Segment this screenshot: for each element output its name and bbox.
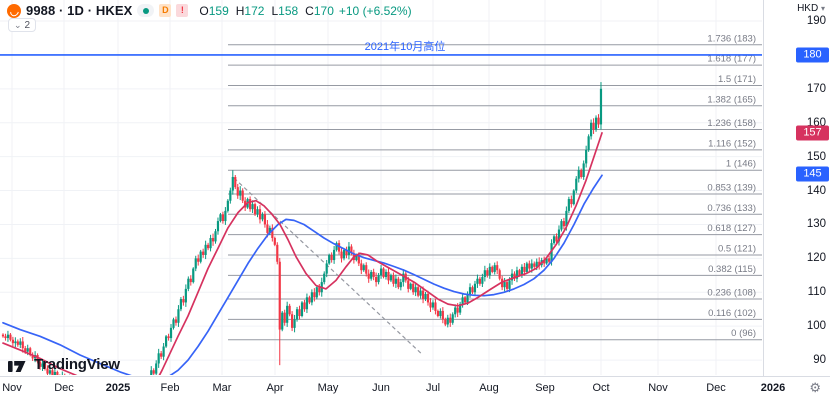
change-value: +10 (+6.52%)	[339, 4, 412, 18]
svg-text:2021年10月高位: 2021年10月高位	[365, 39, 446, 53]
price-tick-label: 140	[807, 185, 826, 197]
time-axis-label: Oct	[592, 382, 609, 394]
price-tick-label: 90	[813, 354, 826, 366]
time-axis-label: Sep	[535, 382, 555, 394]
settings-gear-icon[interactable]: ⚙	[809, 380, 821, 396]
svg-text:1 (146): 1 (146)	[726, 159, 756, 170]
delayed-data-badge[interactable]: D	[159, 4, 171, 17]
price-tick-label: 110	[808, 286, 826, 298]
alert-badge[interactable]: !	[176, 4, 188, 17]
caret-down-icon: ▾	[821, 4, 825, 13]
svg-text:0.116 (102): 0.116 (102)	[708, 308, 756, 319]
svg-text:0.236 (108): 0.236 (108)	[707, 288, 756, 299]
ohlc-values: O159 H172 L158 C170	[199, 4, 334, 18]
price-axis[interactable]: HKD ▾ 1901801701601501401301201101009018…	[763, 0, 830, 376]
time-axis-label: Aug	[479, 382, 499, 394]
svg-text:1.736 (183): 1.736 (183)	[707, 33, 756, 44]
svg-text:1.5 (171): 1.5 (171)	[718, 74, 756, 85]
price-badge-145: 145	[796, 166, 829, 181]
svg-text:1.236 (158): 1.236 (158)	[707, 118, 756, 129]
time-axis-label: Dec	[54, 382, 74, 394]
svg-text:0.5 (121): 0.5 (121)	[718, 243, 756, 254]
svg-text:0.853 (139): 0.853 (139)	[707, 182, 756, 193]
ma-fast-line	[3, 133, 602, 375]
svg-text:0.618 (127): 0.618 (127)	[707, 223, 756, 234]
price-tick-label: 150	[807, 151, 826, 163]
time-axis-label: Mar	[213, 382, 232, 394]
price-badge-157: 157	[796, 125, 829, 140]
candlestick-series	[2, 82, 602, 375]
indicators-collapse-button[interactable]: ⌄ 2	[8, 18, 36, 32]
time-axis-label: May	[318, 382, 339, 394]
price-pane[interactable]: 1.736 (183)1.618 (177)1.5 (171)1.382 (16…	[0, 0, 762, 375]
price-tick-label: 170	[807, 83, 826, 95]
time-axis-label: 2026	[761, 382, 785, 394]
price-badge-180: 180	[796, 47, 829, 62]
chart-legend: 9988 · 1D · HKEX D ! O159 H172 L158 C170 +1…	[7, 3, 412, 18]
currency-selector[interactable]: HKD ▾	[797, 3, 825, 14]
chevron-down-icon: ⌄	[14, 20, 22, 30]
trading-chart[interactable]: 1.736 (183)1.618 (177)1.5 (171)1.382 (16…	[0, 0, 830, 401]
svg-text:0.736 (133): 0.736 (133)	[707, 203, 756, 214]
ohlc-l: L158	[271, 4, 298, 18]
currency-label: HKD	[797, 3, 818, 14]
time-axis[interactable]: ⚙ Nov Dec 2025 Feb Mar Apr May Jun Jul Aug Sep Oct N…	[0, 376, 830, 401]
time-axis-label: Nov	[2, 382, 22, 394]
ohlc-h: H172	[236, 4, 265, 18]
horizontal-line-180: 2021年10月高位	[0, 39, 762, 55]
grid-lines	[0, 0, 762, 375]
time-axis-label: Feb	[161, 382, 180, 394]
tradingview-watermark[interactable]: TradingView	[8, 356, 120, 373]
market-open-dot-icon	[143, 8, 149, 14]
ohlc-c: C170	[305, 4, 334, 18]
time-axis-label: Apr	[266, 382, 283, 394]
svg-text:0 (96): 0 (96)	[731, 328, 756, 339]
svg-text:1.116 (152): 1.116 (152)	[708, 138, 756, 149]
symbol-logo-icon	[7, 4, 21, 18]
time-axis-label: Jul	[426, 382, 440, 394]
time-axis-label: Nov	[648, 382, 668, 394]
tradingview-mark-icon	[8, 357, 29, 372]
market-status-pill[interactable]	[137, 4, 154, 17]
time-axis-label: Jun	[372, 382, 390, 394]
price-tick-label: 190	[807, 15, 826, 27]
tradingview-brand-text: TradingView	[34, 356, 120, 373]
svg-text:0.382 (115): 0.382 (115)	[708, 264, 756, 275]
ohlc-o: O159	[199, 4, 228, 18]
time-axis-label: Dec	[706, 382, 726, 394]
price-tick-label: 120	[807, 252, 826, 264]
indicators-count: 2	[25, 20, 31, 31]
time-axis-label: 2025	[106, 382, 130, 394]
svg-text:1.382 (165): 1.382 (165)	[707, 94, 756, 105]
price-tick-label: 100	[807, 320, 826, 332]
symbol-title[interactable]: 9988 · 1D · HKEX	[26, 3, 132, 18]
price-tick-label: 130	[807, 218, 826, 230]
